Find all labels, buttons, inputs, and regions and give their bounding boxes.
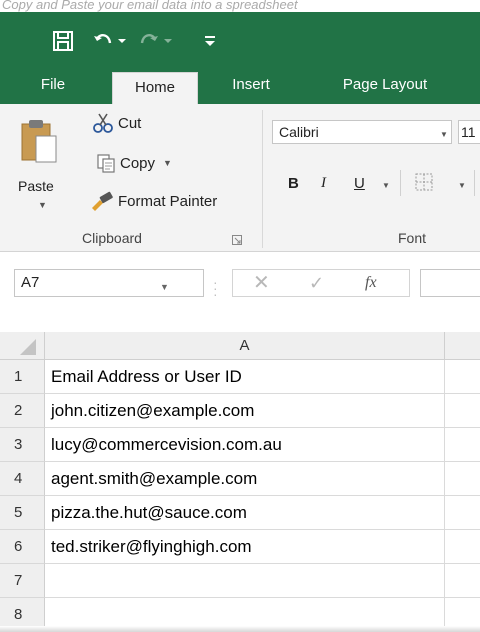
column-header-a[interactable]: A [45,332,445,360]
font-name-dropdown-icon[interactable]: ▼ [440,130,448,139]
customize-quick-access-icon[interactable] [204,34,216,48]
save-icon[interactable] [52,30,74,52]
scissors-icon [93,113,113,133]
table-row: 7 [0,564,480,598]
redo-icon[interactable] [137,29,161,53]
worksheet-grid: A 1 Email Address or User ID 2 john.citi… [0,332,480,632]
insert-function-icon[interactable]: fx [365,272,377,294]
tab-page-layout[interactable]: Page Layout [326,68,444,104]
undo-icon[interactable] [91,29,115,53]
paste-icon [21,120,57,163]
copy-button[interactable]: Copy ▼ [96,152,172,174]
copy-icon [97,154,115,173]
ribbon-tabs: File Home Insert Page Layout [0,68,480,106]
cell-a1[interactable]: Email Address or User ID [45,360,445,394]
table-row: 2 john.citizen@example.com [0,394,480,428]
italic-button[interactable]: I [321,170,326,196]
cancel-icon[interactable]: ✕ [253,272,270,294]
bold-button[interactable]: B [288,170,299,196]
table-row: 1 Email Address or User ID [0,360,480,394]
paste-dropdown-icon[interactable]: ▼ [38,200,47,210]
table-row: 3 lucy@commercevision.com.au [0,428,480,462]
format-painter-label: Format Painter [118,192,218,210]
font-size-box[interactable]: 11 [458,120,480,144]
underline-button[interactable]: U [354,170,365,196]
formula-bar: A7 ▼ · · · ✕ ✓ fx [0,252,480,332]
cell-b6[interactable] [445,530,480,564]
cut-label: Cut [118,114,142,132]
formula-input[interactable] [420,269,480,297]
bottom-edge [0,626,480,632]
table-row: 4 agent.smith@example.com [0,462,480,496]
group-divider [262,110,263,248]
borders-icon[interactable] [414,172,434,192]
format-divider [400,170,401,196]
row-header[interactable]: 7 [0,564,45,598]
formula-bar-resize-handle[interactable]: · · · [213,275,218,301]
row-header[interactable]: 3 [0,428,45,462]
formula-tools: ✕ ✓ fx [232,269,410,297]
borders-dropdown-icon[interactable]: ▼ [458,181,466,190]
page-caption: Copy and Paste your email data into a sp… [0,0,480,12]
format-painter-button[interactable]: Format Painter [90,190,217,212]
name-box[interactable]: A7 [14,269,204,297]
cell-b3[interactable] [445,428,480,462]
row-header[interactable]: 5 [0,496,45,530]
cut-button[interactable]: Cut [92,112,141,134]
cell-a2[interactable]: john.citizen@example.com [45,394,445,428]
copy-dropdown-icon[interactable]: ▼ [163,158,172,168]
undo-dropdown-icon[interactable] [117,34,127,48]
title-bar [0,12,480,68]
row-header[interactable]: 4 [0,462,45,496]
tab-home[interactable]: Home [112,72,198,106]
cell-b5[interactable] [445,496,480,530]
cell-b1[interactable] [445,360,480,394]
ribbon: Paste ▼ Cut Copy ▼ Format Painter Clipbo… [0,104,480,252]
select-all-button[interactable] [0,332,45,360]
cell-a6[interactable]: ted.striker@flyinghigh.com [45,530,445,564]
cell-a3[interactable]: lucy@commercevision.com.au [45,428,445,462]
format-divider [474,170,475,196]
font-group-label: Font [398,230,427,246]
dialog-launcher-icon[interactable] [232,235,242,245]
font-name-box[interactable]: Calibri [272,120,452,144]
column-header-b[interactable] [445,332,480,360]
select-all-icon [20,339,36,355]
row-header[interactable]: 6 [0,530,45,564]
cell-b4[interactable] [445,462,480,496]
clipboard-group-label: Clipboard [82,230,142,246]
cell-b7[interactable] [445,564,480,598]
cell-a5[interactable]: pizza.the.hut@sauce.com [45,496,445,530]
underline-dropdown-icon[interactable]: ▼ [382,181,390,190]
copy-label: Copy [120,154,156,172]
paste-label: Paste [18,178,54,194]
row-header[interactable]: 1 [0,360,45,394]
table-row: 6 ted.striker@flyinghigh.com [0,530,480,564]
cell-a7[interactable] [45,564,445,598]
redo-dropdown-icon[interactable] [163,34,173,48]
cell-a4[interactable]: agent.smith@example.com [45,462,445,496]
format-painter-icon [92,191,113,211]
tab-insert[interactable]: Insert [220,68,282,104]
tab-file[interactable]: File [32,68,74,104]
row-header[interactable]: 2 [0,394,45,428]
table-row: 5 pizza.the.hut@sauce.com [0,496,480,530]
cell-b2[interactable] [445,394,480,428]
paste-button[interactable]: Paste ▼ [16,112,64,212]
enter-icon[interactable]: ✓ [309,272,324,294]
name-box-dropdown-icon[interactable]: ▼ [160,282,169,292]
